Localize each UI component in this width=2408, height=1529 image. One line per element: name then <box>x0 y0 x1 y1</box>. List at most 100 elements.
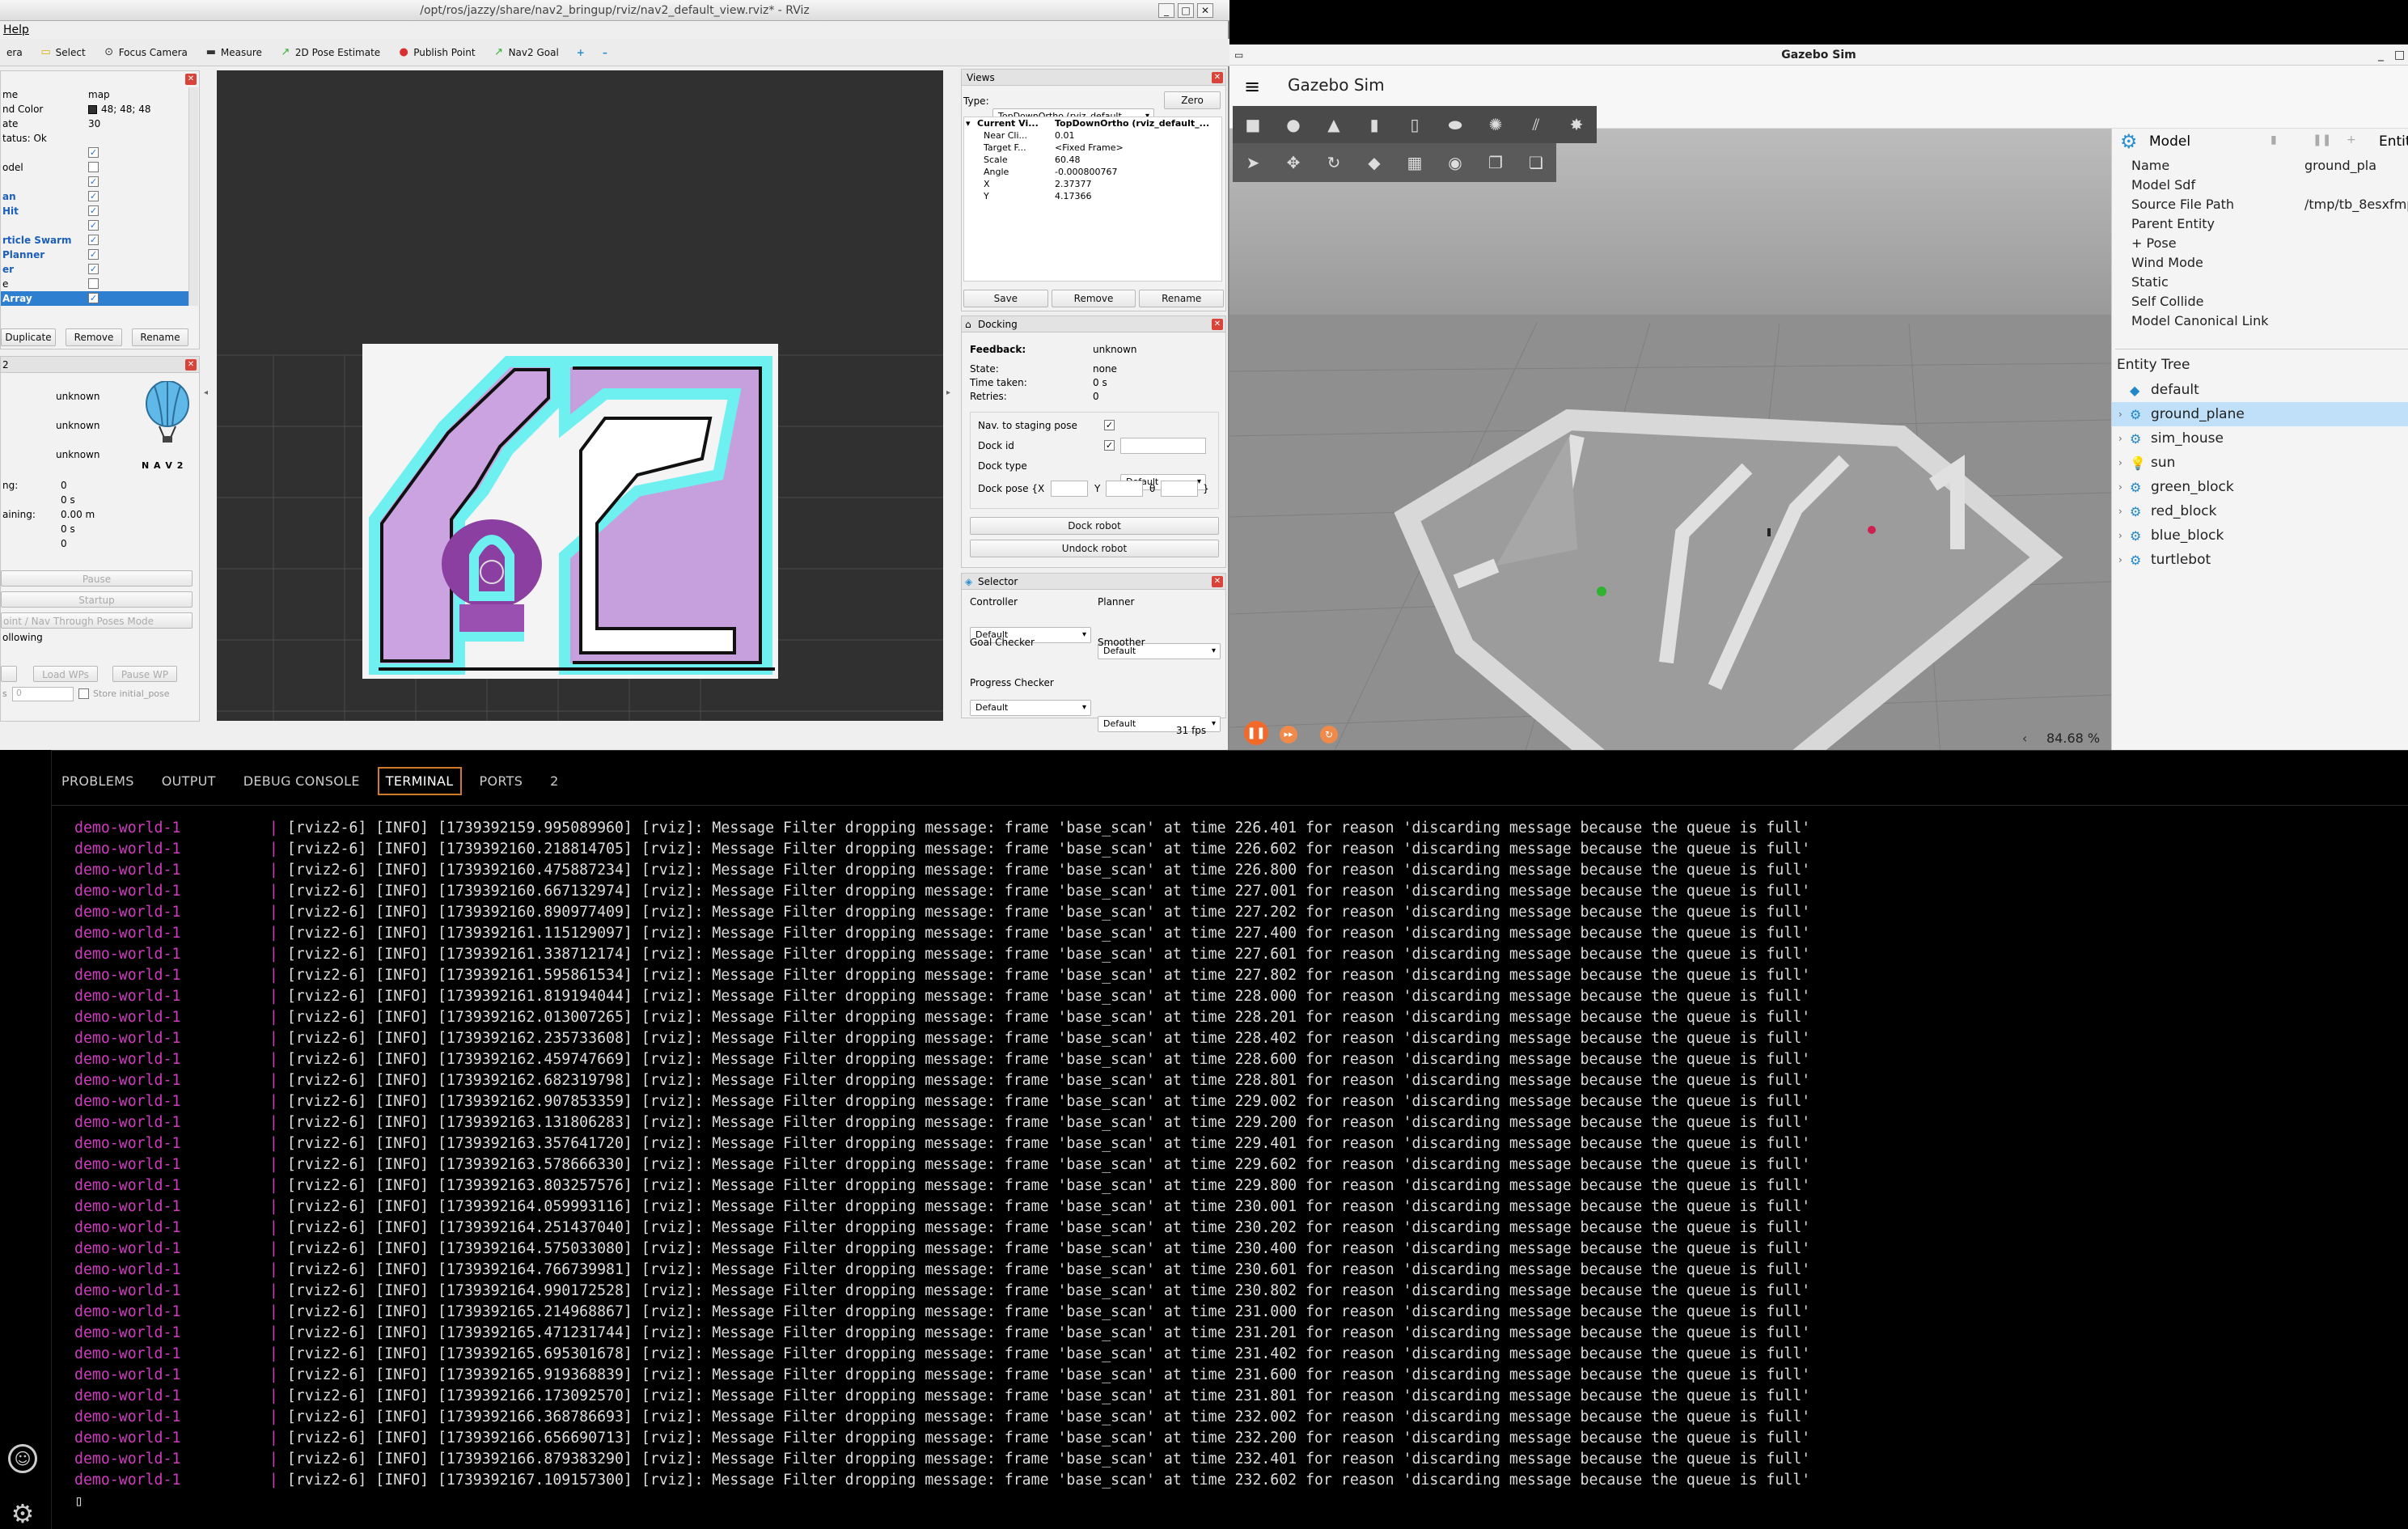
close-icon[interactable]: ✕ <box>1212 72 1223 83</box>
paste-icon[interactable]: ❏ <box>1516 153 1556 172</box>
close-icon[interactable]: ✕ <box>1212 576 1223 587</box>
directional-light-icon[interactable]: ⫽ <box>1516 115 1556 134</box>
display-checkbox[interactable]: ✓ <box>88 249 99 260</box>
view-property[interactable]: ▾ Current Vi... TopDownOrtho (rviz_default… <box>964 117 1221 129</box>
tab-debug-console[interactable]: DEBUG CONSOLE <box>234 767 370 795</box>
view-property[interactable]: Scale 60.48 <box>964 154 1221 166</box>
display-item[interactable]: Planner ✓ <box>1 248 188 262</box>
undock-robot-button[interactable]: Undock robot <box>970 540 1219 557</box>
tab-output[interactable]: OUTPUT <box>152 767 226 795</box>
gear-icon[interactable]: ⚙ <box>8 1499 37 1528</box>
view-property[interactable]: Angle -0.000800767 <box>964 166 1221 178</box>
tool-publish-point[interactable]: ● Publish Point <box>391 41 486 64</box>
tab-terminal[interactable]: TERMINAL <box>377 766 462 795</box>
hamburger-menu-icon[interactable]: ≡ <box>1244 77 1260 96</box>
startup-button[interactable]: Startup <box>1 591 193 608</box>
expand-arrow-icon[interactable]: › <box>2118 548 2122 572</box>
tool-nav2-goal[interactable]: ↗ Nav2 Goal <box>487 41 570 64</box>
expand-arrow-icon[interactable]: › <box>2118 426 2122 451</box>
tab-2[interactable]: 2 <box>540 767 568 795</box>
select-arrow-icon[interactable]: ➤ <box>1233 153 1273 172</box>
tab-ports[interactable]: PORTS <box>470 767 533 795</box>
reset-icon[interactable]: ↻ <box>1320 726 1338 743</box>
grid-icon[interactable]: ▦ <box>1394 153 1435 172</box>
remove-button[interactable]: Remove <box>66 328 122 346</box>
pause-wp-button[interactable]: Pause WP <box>112 666 177 682</box>
view-property[interactable]: Y 4.17366 <box>964 190 1221 202</box>
display-item[interactable]: Array ✓ <box>1 291 188 306</box>
entity-item-sun[interactable]: › 💡 sun <box>2112 451 2408 475</box>
terminal-output[interactable]: demo-world-1 | [rviz2-6] [INFO] [1739392… <box>74 818 1810 1512</box>
displays-scrollbar[interactable] <box>188 87 198 306</box>
pause-button[interactable]: Pause <box>1 570 193 587</box>
expand-arrow-icon[interactable]: › <box>2118 402 2122 426</box>
zero-button[interactable]: Zero <box>1164 91 1221 109</box>
pause-update-icon[interactable]: ❚❚ <box>2313 133 2331 146</box>
dock-id-input[interactable] <box>1120 438 1206 454</box>
display-checkbox[interactable]: ✓ <box>88 293 99 303</box>
display-checkbox[interactable]: ✓ <box>88 220 99 231</box>
dock-pose-y[interactable] <box>1106 481 1143 497</box>
display-checkbox[interactable]: ✓ <box>88 176 99 187</box>
close-icon[interactable]: ✕ <box>185 359 197 371</box>
display-item[interactable]: tatus: Ok <box>1 131 188 146</box>
goal-checker-dropdown[interactable]: Default <box>970 700 1091 716</box>
capsule-icon[interactable]: ▯ <box>1394 115 1435 134</box>
view-property[interactable]: X 2.37377 <box>964 178 1221 190</box>
rviz-3d-viewport[interactable] <box>217 70 943 721</box>
view-rename-button[interactable]: Rename <box>1139 290 1225 307</box>
dock-pose-x[interactable] <box>1051 481 1088 497</box>
tool-2d-pose-estimate[interactable]: ↗ 2D Pose Estimate <box>273 41 391 64</box>
lock-icon[interactable]: ▮ <box>2270 133 2277 146</box>
sphere-icon[interactable]: ● <box>1273 115 1314 134</box>
display-item[interactable]: ✓ <box>1 146 188 160</box>
close-icon[interactable]: ✕ <box>1212 319 1223 330</box>
close-icon[interactable]: ✕ <box>185 74 197 85</box>
tool-era[interactable]: era <box>0 41 34 64</box>
maximize-button[interactable]: □ <box>1178 3 1194 18</box>
entity-item-green-block[interactable]: › ⚙ green_block <box>2112 475 2408 499</box>
copy-icon[interactable]: ❐ <box>1475 153 1516 172</box>
entity-item-red-block[interactable]: › ⚙ red_block <box>2112 499 2408 523</box>
waypoint-mode-button[interactable]: oint / Nav Through Poses Mode <box>1 612 193 629</box>
box-icon[interactable]: ■ <box>1233 115 1273 134</box>
display-item[interactable]: ate 30 <box>1 116 188 131</box>
display-checkbox[interactable]: ✓ <box>88 235 99 245</box>
display-item[interactable]: ✓ <box>1 218 188 233</box>
dock-pose-theta[interactable] <box>1161 481 1198 497</box>
view-remove-button[interactable]: Remove <box>1051 290 1136 307</box>
collapse-left-icon[interactable]: ◂ <box>204 388 208 397</box>
display-checkbox[interactable]: ✓ <box>88 264 99 274</box>
tool-measure[interactable]: ▬ Measure <box>199 41 273 64</box>
load-wps-button[interactable]: Load WPs <box>33 666 98 682</box>
window-menu-icon[interactable]: ▭ <box>1234 44 1243 66</box>
display-item[interactable]: an ✓ <box>1 189 188 204</box>
account-icon[interactable]: ☺ <box>8 1444 37 1473</box>
minimize-button[interactable]: _ <box>2378 44 2384 66</box>
display-item[interactable]: ✓ <box>1 175 188 189</box>
display-checkbox[interactable] <box>88 162 99 172</box>
display-checkbox[interactable]: ✓ <box>88 205 99 216</box>
collapse-right-icon[interactable]: ▸ <box>946 388 950 397</box>
ellipsoid-icon[interactable]: ⬬ <box>1435 115 1475 134</box>
view-property[interactable]: Near Cli... 0.01 <box>964 129 1221 142</box>
display-item[interactable]: rticle Swarm ✓ <box>1 233 188 248</box>
cylinder-icon[interactable]: ▮ <box>1354 115 1394 134</box>
duplicate-button[interactable]: Duplicate <box>1 328 56 346</box>
expand-arrow-icon[interactable]: › <box>2118 523 2122 548</box>
tool-select[interactable]: ▭ Select <box>34 41 97 64</box>
display-checkbox[interactable] <box>88 278 99 289</box>
entity-item-blue-block[interactable]: › ⚙ blue_block <box>2112 523 2408 548</box>
rtf-arrow-icon[interactable]: ‹ <box>2022 731 2027 746</box>
tab-problems[interactable]: PROBLEMS <box>52 767 144 795</box>
display-item[interactable]: nd Color 48; 48; 48 <box>1 102 188 116</box>
view-save-button[interactable]: Save <box>963 290 1048 307</box>
close-button[interactable]: ✕ <box>1197 3 1213 18</box>
pause-icon[interactable]: ❚❚ <box>1244 721 1268 745</box>
display-item[interactable]: me map <box>1 87 188 102</box>
minimize-button[interactable]: _ <box>1158 3 1174 18</box>
display-item[interactable]: odel <box>1 160 188 175</box>
display-item[interactable]: e <box>1 277 188 291</box>
store-initial-checkbox[interactable] <box>78 688 89 699</box>
expand-arrow-icon[interactable]: › <box>2118 475 2122 499</box>
